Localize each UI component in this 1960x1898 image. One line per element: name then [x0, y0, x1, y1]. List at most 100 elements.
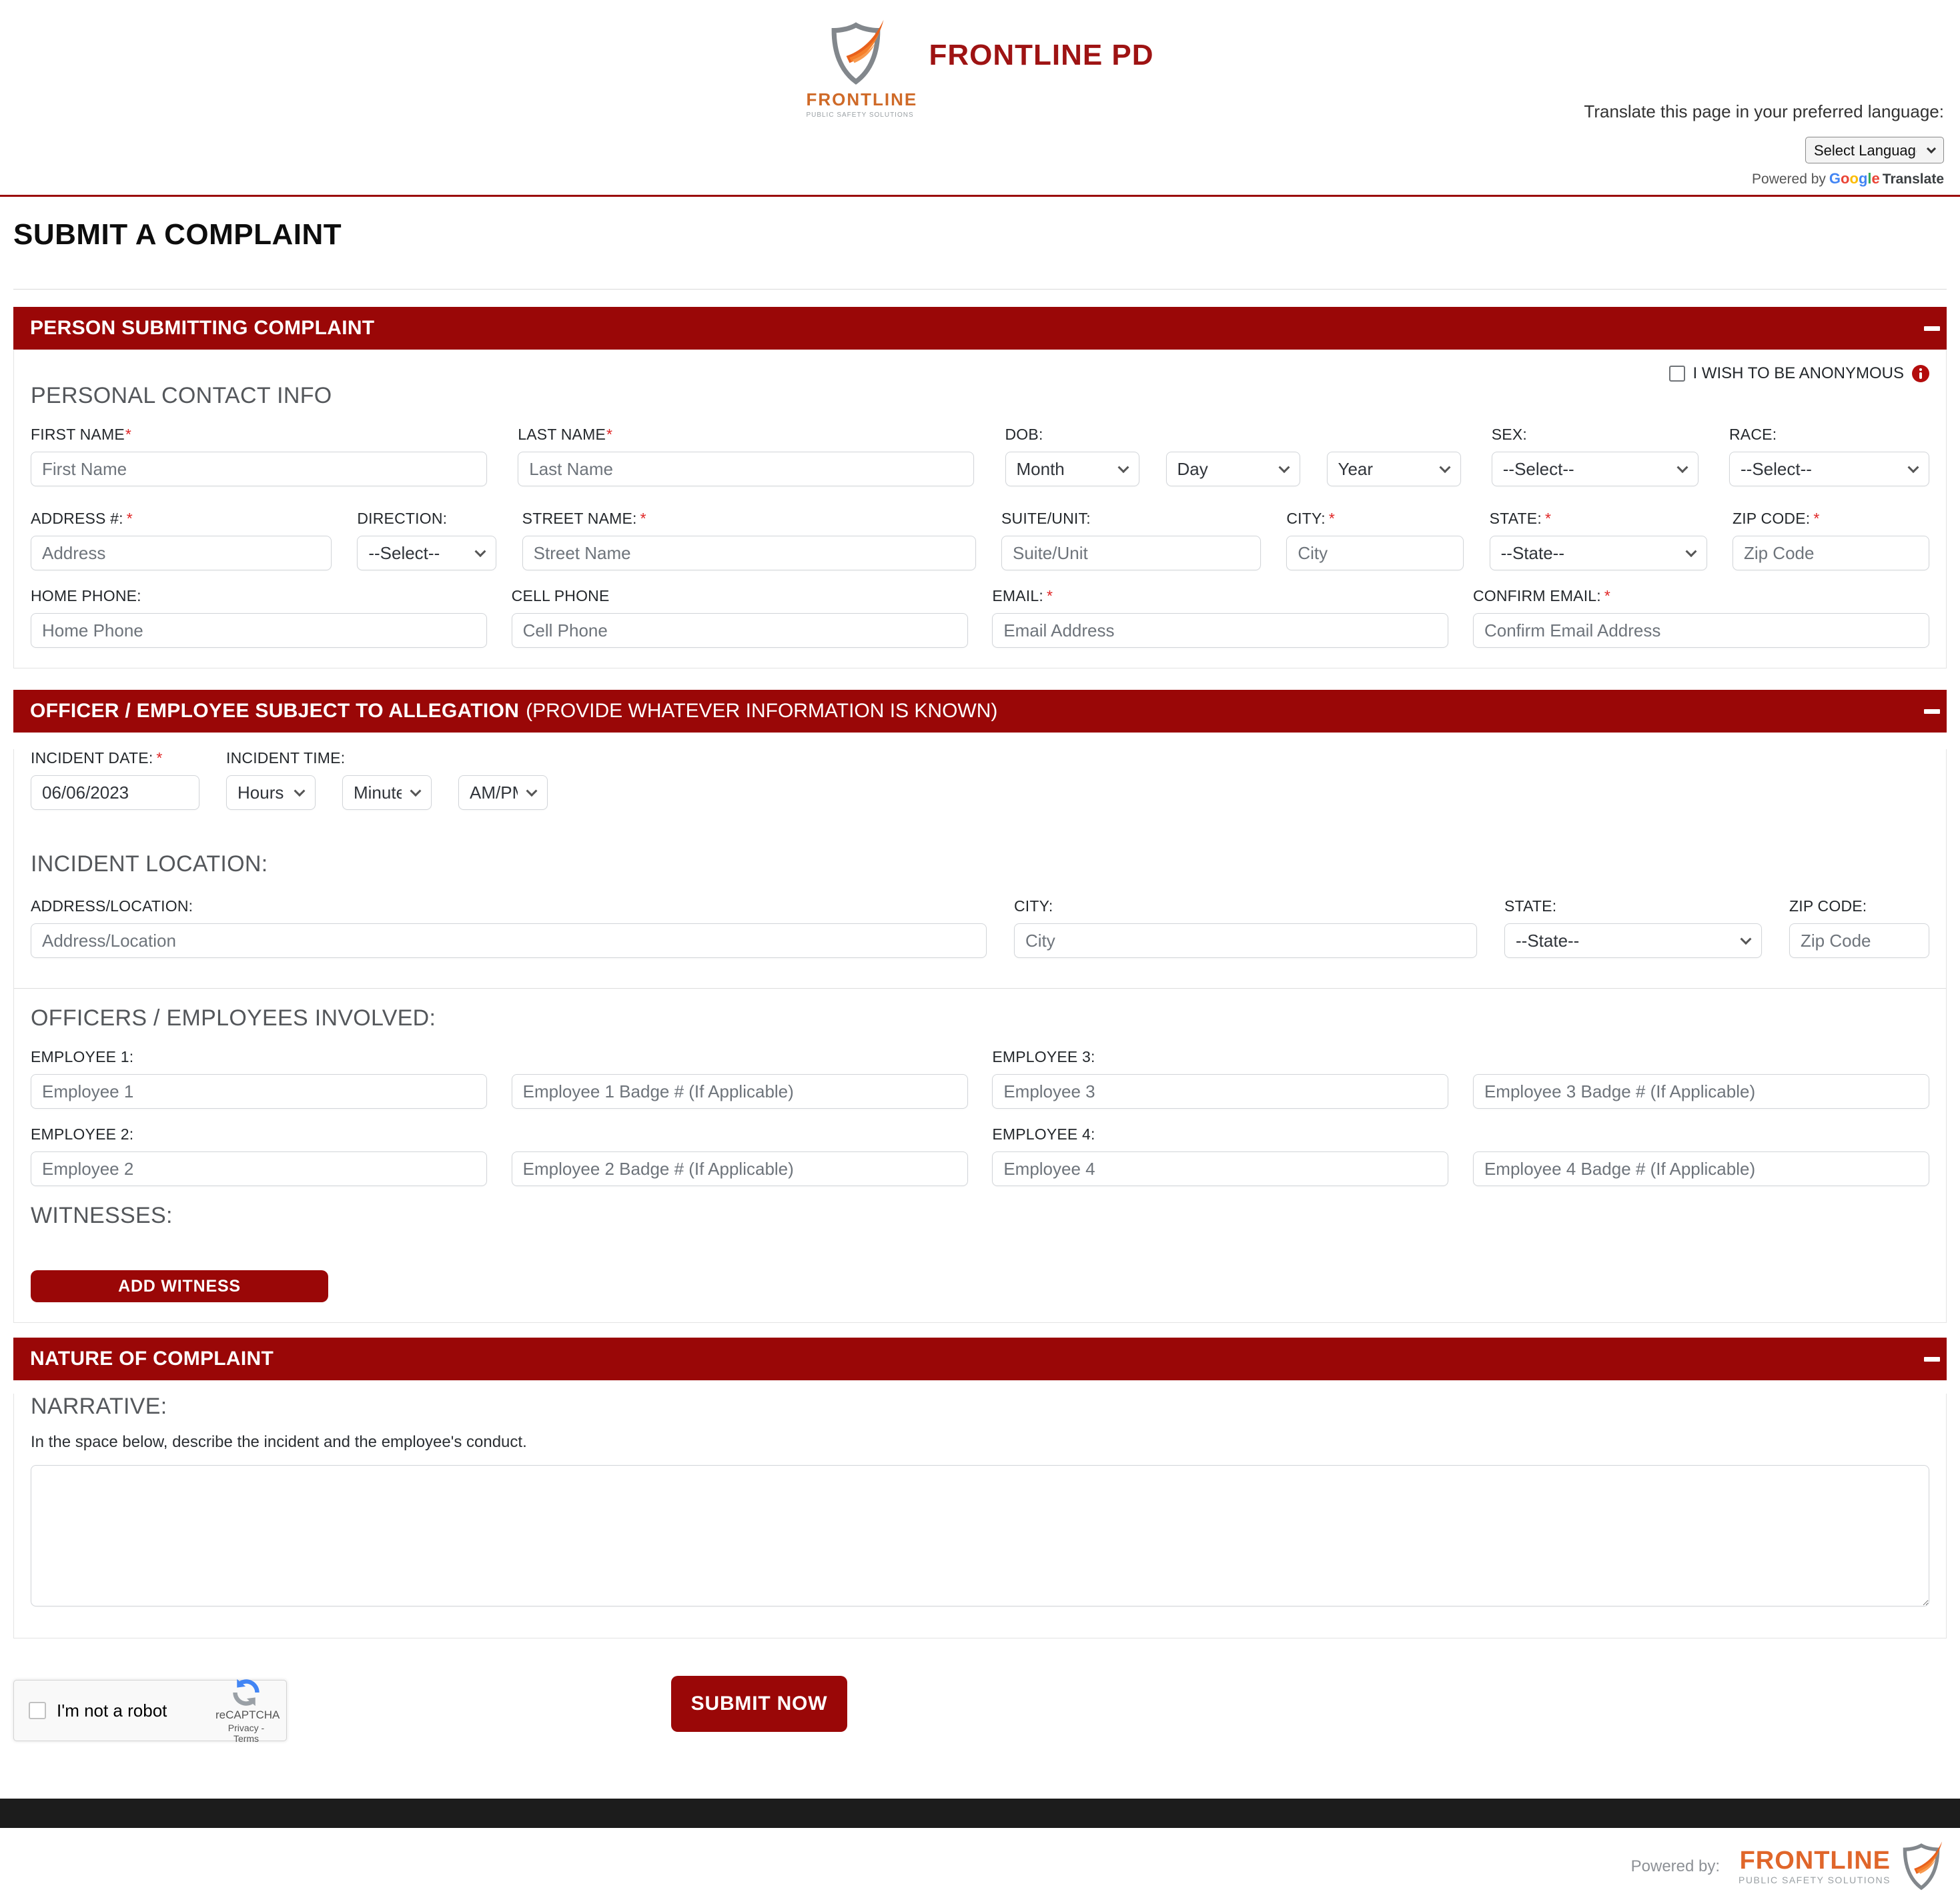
- section-header-nature: NATURE OF COMPLAINT: [13, 1338, 1947, 1380]
- suite-unit-input[interactable]: [1001, 536, 1261, 570]
- narrative-textarea[interactable]: [31, 1465, 1929, 1606]
- frontline-shield-icon: [1897, 1840, 1945, 1893]
- state-label: STATE:*: [1490, 510, 1707, 528]
- location-city-label: CITY:: [1014, 897, 1477, 915]
- anonymous-checkbox[interactable]: [1669, 366, 1685, 382]
- direction-label: DIRECTION:: [357, 510, 496, 528]
- employee-1-badge-input[interactable]: [512, 1074, 968, 1109]
- incident-time-label: INCIDENT TIME:: [226, 749, 548, 767]
- employee-4-label: EMPLOYEE 4:: [992, 1125, 1448, 1143]
- site-footer: Powered by: FRONTLINE PUBLIC SAFETY SOLU…: [0, 1799, 1960, 1893]
- zip-code-input[interactable]: [1733, 536, 1929, 570]
- location-address-input[interactable]: [31, 923, 987, 958]
- incident-date-input[interactable]: [31, 775, 199, 810]
- page-title: SUBMIT A COMPLAINT: [13, 197, 1947, 252]
- dob-day-select[interactable]: Day: [1166, 452, 1300, 486]
- employee-4-name-input[interactable]: [992, 1151, 1448, 1186]
- incident-hours-select[interactable]: Hours: [226, 775, 316, 810]
- email-input[interactable]: [992, 613, 1448, 648]
- recaptcha-label: I'm not a robot: [57, 1701, 215, 1721]
- section-header-person: PERSON SUBMITTING COMPLAINT: [13, 307, 1947, 350]
- cell-phone-label: CELL PHONE: [512, 587, 968, 605]
- address-number-label: ADDRESS #:*: [31, 510, 332, 528]
- zip-code-label: ZIP CODE:*: [1733, 510, 1929, 528]
- city-label: CITY:*: [1286, 510, 1464, 528]
- narrative-heading: NARRATIVE:: [31, 1394, 1929, 1420]
- submit-button[interactable]: SUBMIT NOW: [671, 1676, 847, 1732]
- suite-unit-label: SUITE/UNIT:: [1001, 510, 1261, 528]
- frontline-shield-icon: [817, 19, 895, 88]
- footer-powered-by: Powered by:: [1631, 1857, 1720, 1876]
- confirm-email-input[interactable]: [1473, 613, 1929, 648]
- collapse-section-icon[interactable]: [1924, 326, 1940, 331]
- address-number-input[interactable]: [31, 536, 332, 570]
- site-title: FRONTLINE PD: [929, 39, 1153, 72]
- email-label: EMAIL:*: [992, 587, 1448, 605]
- recaptcha-checkbox[interactable]: [29, 1702, 46, 1719]
- employees-involved-heading: OFFICERS / EMPLOYEES INVOLVED:: [31, 1005, 1929, 1031]
- employee-3-name-input[interactable]: [992, 1074, 1448, 1109]
- incident-ampm-select[interactable]: AM/PM: [458, 775, 548, 810]
- site-header: FRONTLINE PUBLIC SAFETY SOLUTIONS FRONTL…: [0, 0, 1960, 195]
- footer-black-bar: [0, 1799, 1960, 1828]
- location-city-input[interactable]: [1014, 923, 1477, 958]
- employee-2-label: EMPLOYEE 2:: [31, 1125, 487, 1143]
- location-state-select[interactable]: --State--: [1504, 923, 1762, 958]
- logo-name: FRONTLINE: [806, 89, 906, 110]
- recaptcha-brand: reCAPTCHA: [215, 1709, 277, 1722]
- last-name-label: LAST NAME*: [518, 426, 974, 444]
- sex-select[interactable]: --Select--: [1492, 452, 1698, 486]
- collapse-section-icon[interactable]: [1924, 1357, 1940, 1362]
- location-state-label: STATE:: [1504, 897, 1762, 915]
- sex-label: SEX:: [1492, 426, 1698, 444]
- race-label: RACE:: [1729, 426, 1929, 444]
- google-translate-attribution: Powered byGoogleTranslate: [1584, 170, 1944, 187]
- first-name-input[interactable]: [31, 452, 487, 486]
- incident-minutes-select[interactable]: Minutes: [342, 775, 432, 810]
- personal-contact-info-heading: PERSONAL CONTACT INFO: [31, 383, 1929, 409]
- logo-tagline: PUBLIC SAFETY SOLUTIONS: [806, 111, 906, 119]
- frontline-logo: FRONTLINE PUBLIC SAFETY SOLUTIONS: [806, 19, 906, 119]
- direction-select[interactable]: --Select--: [357, 536, 496, 570]
- anonymous-label: I WISH TO BE ANONYMOUS: [1693, 364, 1905, 383]
- section-nature-of-complaint: NATURE OF COMPLAINT NARRATIVE: In the sp…: [13, 1338, 1947, 1638]
- employee-1-name-input[interactable]: [31, 1074, 487, 1109]
- race-select[interactable]: --Select--: [1729, 452, 1929, 486]
- section-header-officer: OFFICER / EMPLOYEE SUBJECT TO ALLEGATION…: [13, 690, 1947, 733]
- translate-widget: Translate this page in your preferred la…: [1584, 101, 1944, 187]
- employee-4-badge-input[interactable]: [1473, 1151, 1929, 1186]
- street-name-input[interactable]: [522, 536, 976, 570]
- section-officer-allegation: OFFICER / EMPLOYEE SUBJECT TO ALLEGATION…: [13, 690, 1947, 1323]
- location-address-label: ADDRESS/LOCATION:: [31, 897, 987, 915]
- employee-1-label: EMPLOYEE 1:: [31, 1048, 487, 1066]
- witnesses-heading: WITNESSES:: [31, 1203, 1929, 1229]
- recaptcha-privacy-terms[interactable]: Privacy - Terms: [215, 1723, 277, 1744]
- employee-2-name-input[interactable]: [31, 1151, 487, 1186]
- dob-month-select[interactable]: Month: [1005, 452, 1139, 486]
- location-zip-input[interactable]: [1789, 923, 1929, 958]
- incident-location-heading: INCIDENT LOCATION:: [31, 851, 1929, 877]
- employee-3-badge-input[interactable]: [1473, 1074, 1929, 1109]
- cell-phone-input[interactable]: [512, 613, 968, 648]
- add-witness-button[interactable]: ADD WITNESS: [31, 1270, 328, 1302]
- collapse-section-icon[interactable]: [1924, 709, 1940, 714]
- street-name-label: STREET NAME:*: [522, 510, 976, 528]
- footer-frontline-logo: FRONTLINE PUBLIC SAFETY SOLUTIONS: [1739, 1840, 1945, 1893]
- narrative-instructions: In the space below, describe the inciden…: [31, 1433, 1929, 1452]
- info-icon[interactable]: [1912, 365, 1929, 382]
- dob-year-select[interactable]: Year: [1327, 452, 1461, 486]
- state-select[interactable]: --State--: [1490, 536, 1707, 570]
- employee-3-label: EMPLOYEE 3:: [992, 1048, 1448, 1066]
- location-zip-label: ZIP CODE:: [1789, 897, 1929, 915]
- last-name-input[interactable]: [518, 452, 974, 486]
- language-select[interactable]: Select Language: [1805, 137, 1944, 163]
- google-logo: Google: [1829, 170, 1880, 187]
- city-input[interactable]: [1286, 536, 1464, 570]
- recaptcha-icon: [231, 1678, 261, 1707]
- recaptcha-widget: I'm not a robot reCAPTCHA Privacy - Term…: [13, 1680, 287, 1741]
- home-phone-input[interactable]: [31, 613, 487, 648]
- confirm-email-label: CONFIRM EMAIL:*: [1473, 587, 1929, 605]
- translate-label: Translate this page in your preferred la…: [1584, 101, 1944, 122]
- section-person-submitting: PERSON SUBMITTING COMPLAINT I WISH TO BE…: [13, 307, 1947, 668]
- employee-2-badge-input[interactable]: [512, 1151, 968, 1186]
